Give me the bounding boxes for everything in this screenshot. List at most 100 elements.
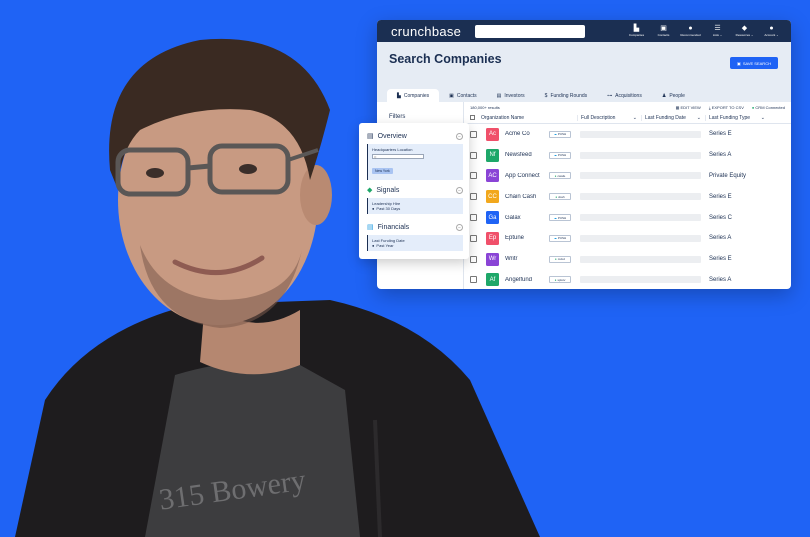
salesforce-icon: ☁ [553,132,557,137]
table-row[interactable]: Af Angelfund ● splotv Series A [464,270,791,289]
company-logo: AC [486,169,499,183]
row-checkbox[interactable] [470,276,477,284]
last-funding-type: Series A [709,276,732,283]
company-logo: Af [486,273,499,287]
location-chip[interactable]: New York [372,168,393,174]
organization-name-link[interactable]: Galax [505,215,549,221]
table-row[interactable]: Nf Newsfeed ☁ PUSH Series A [464,145,791,166]
crm-push-badge[interactable]: ☁ PUSH [549,151,571,159]
row-checkbox[interactable] [470,193,477,201]
tab-acquisitions[interactable]: ⊶ Acquisitions [597,89,652,102]
column-organization-name[interactable]: Organization Name [481,115,577,121]
column-full-description[interactable]: Full Description ⌄ [577,114,641,121]
bullet-icon: ● [372,243,375,248]
organization-name-link[interactable]: Eptune [505,235,549,241]
people-icon: ♟ [661,92,667,99]
description-placeholder [580,193,701,201]
tab-people[interactable]: ♟ People [652,89,695,102]
global-search-input[interactable] [475,24,585,38]
last-funding-type: Series A [709,235,732,242]
description-placeholder [580,172,701,180]
filter-leadership-hire[interactable]: Leadership Hire ● Past 30 Days [367,198,463,214]
crm-push-badge[interactable]: ● cwafe [549,172,571,180]
crunchbase-logo[interactable]: crunchbase [391,24,461,39]
crm-push-badge[interactable]: ● mdoz [549,255,571,263]
nav-resources[interactable]: ◆ Resources ⌄ [731,25,758,37]
nav-lists[interactable]: ☰ Lists ⌄ [704,25,731,37]
collapse-icon[interactable]: − [456,132,463,140]
row-checkbox[interactable] [470,255,477,263]
table-row[interactable]: Ac Acme Co ☁ PUSH Series E [464,124,791,145]
row-checkbox[interactable] [470,234,477,242]
collapse-icon[interactable]: − [456,186,463,194]
filters-title: Filters [389,114,406,120]
table-row[interactable]: Ep Eptune ☁ PUSH Series A [464,228,791,249]
table-row[interactable]: CC Chain Cash ● dosh Series E [464,186,791,207]
company-logo: Nf [486,148,499,162]
search-tabs: ▙ Companies ▣ Contacts ▤ Investors $ Funding… [387,89,695,102]
recommended-icon: ● [688,25,693,32]
tab-funding-rounds[interactable]: $ Funding Rounds [535,89,597,102]
top-nav-icons: ▙ Companies ▣ Contacts ● Recommended ☰ Lists… [623,25,785,37]
tab-companies[interactable]: ▙ Companies [387,89,440,102]
nav-recommended[interactable]: ● Recommended [677,25,704,37]
organization-name-link[interactable]: Acme Co [505,131,549,137]
organization-name-link[interactable]: Angelfund [505,277,549,283]
row-checkbox[interactable] [470,151,477,159]
status-dot-icon: ● [554,173,557,178]
filter-last-funding-date[interactable]: Last Funding Date ● Past Year [367,235,463,251]
acquisitions-icon: ⊶ [607,92,613,99]
page-header: Search Companies ▣ SAVE SEARCH ▙ Companies… [377,42,791,102]
chevron-down-icon: ⌄ [696,114,701,121]
filter-headquarters-location[interactable]: Headquarters Location Q New York [367,144,463,180]
organization-name-link[interactable]: Chain Cash [505,194,549,200]
nav-account[interactable]: ● Account ⌄ [758,25,785,37]
description-placeholder [580,276,701,284]
description-placeholder [580,214,701,222]
organization-name-link[interactable]: Newsfeed [505,152,549,158]
crm-push-badge[interactable]: ☁ PUSH [549,234,571,242]
nav-contacts[interactable]: ▣ Contacts [650,25,677,37]
contacts-icon: ▣ [449,92,454,99]
salesforce-icon: ☁ [553,236,557,241]
edit-view-button[interactable]: ▦ EDIT VIEW [676,105,701,110]
contacts-icon: ▣ [660,25,667,32]
row-checkbox[interactable] [470,214,477,222]
results-table: 180,000+ results ▦ EDIT VIEW ⤓ EXPORT TO… [463,102,791,289]
bullet-icon: ● [372,206,375,211]
row-checkbox[interactable] [470,130,477,138]
table-row[interactable]: AC App Connect ● cwafe Private Equity [464,166,791,187]
table-row[interactable]: Ga Galax ☁ PUSH Series C [464,207,791,228]
location-search-input[interactable]: Q [372,154,424,159]
description-placeholder [580,130,701,138]
last-funding-type: Series A [709,152,732,159]
nav-companies[interactable]: ▙ Companies [623,25,650,37]
crm-push-badge[interactable]: ● dosh [549,193,571,201]
filter-section-financials: ▤ Financials − Last Funding Date ● Past Yea… [367,223,463,251]
last-funding-type: Series C [709,214,733,221]
table-row[interactable]: Wr Writr ● mdoz Series E [464,249,791,270]
crm-push-badge[interactable]: ☁ PUSH [549,130,571,138]
save-search-button[interactable]: ▣ SAVE SEARCH [730,57,778,69]
tab-investors[interactable]: ▤ Investors [487,89,535,102]
column-last-funding-date[interactable]: Last Funding Date ⌄ [641,114,705,121]
crm-push-badge[interactable]: ☁ PUSH [549,214,571,222]
crm-push-badge[interactable]: ● splotv [549,276,571,284]
collapse-icon[interactable]: − [456,223,463,231]
resources-icon: ◆ [741,25,748,32]
overview-icon: ▤ [367,133,374,140]
column-last-funding-type[interactable]: Last Funding Type ⌄ [705,114,769,121]
select-all-checkbox[interactable] [470,115,475,120]
account-icon: ● [769,25,774,32]
company-logo: CC [486,190,499,204]
export-csv-button[interactable]: ⤓ EXPORT TO CSV [709,105,744,110]
organization-name-link[interactable]: App Connect [505,173,549,179]
dollar-icon: $ [544,92,548,99]
last-funding-type: Series E [709,131,732,138]
row-checkbox[interactable] [470,172,477,180]
organization-name-link[interactable]: Writr [505,256,549,262]
lists-icon: ☰ [714,25,721,32]
company-logo: Ac [486,127,499,141]
company-logo: Ga [486,211,499,225]
tab-contacts[interactable]: ▣ Contacts [439,89,486,102]
